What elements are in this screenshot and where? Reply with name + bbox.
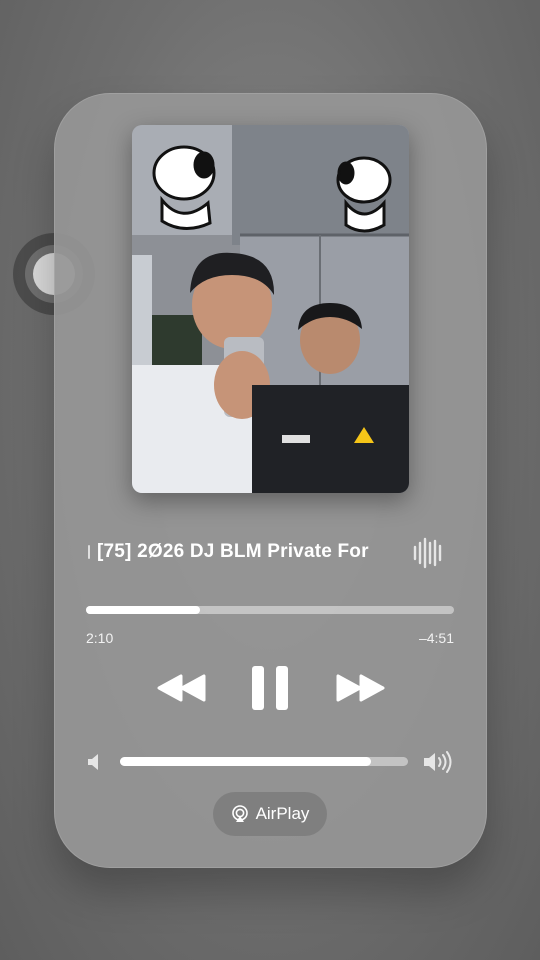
volume-slider-fill [120,757,371,766]
fast-forward-icon [336,674,385,702]
pause-button[interactable] [244,661,296,715]
airplay-button[interactable]: AirPlay [213,792,327,836]
airplay-label: AirPlay [255,804,310,823]
waveform-icon[interactable] [412,537,444,569]
playback-controls [54,661,487,715]
volume-slider[interactable] [120,757,408,766]
remaining-time: –4:51 [418,630,454,646]
volume-low-icon [88,754,98,770]
track-title: [75] 2Ø26 DJ BLM Private For [97,541,369,562]
rewind-icon [157,674,206,702]
pause-icon [252,666,288,710]
track-title-row[interactable]: [75] 2Ø26 DJ BLM Private For [86,537,456,569]
airplay-icon [231,805,248,822]
rewind-button[interactable] [154,661,210,715]
volume-row [86,749,456,775]
playback-progress-fill [86,606,201,614]
now-playing-panel: [75] 2Ø26 DJ BLM Private For 2:10 –4:51 [54,93,487,868]
album-artwork [132,125,409,493]
marquee-edge [88,545,90,559]
elapsed-time: 2:10 [86,630,114,646]
volume-high-icon [424,751,452,773]
playback-progress-bar[interactable] [86,606,454,614]
fast-forward-button[interactable] [332,661,388,715]
